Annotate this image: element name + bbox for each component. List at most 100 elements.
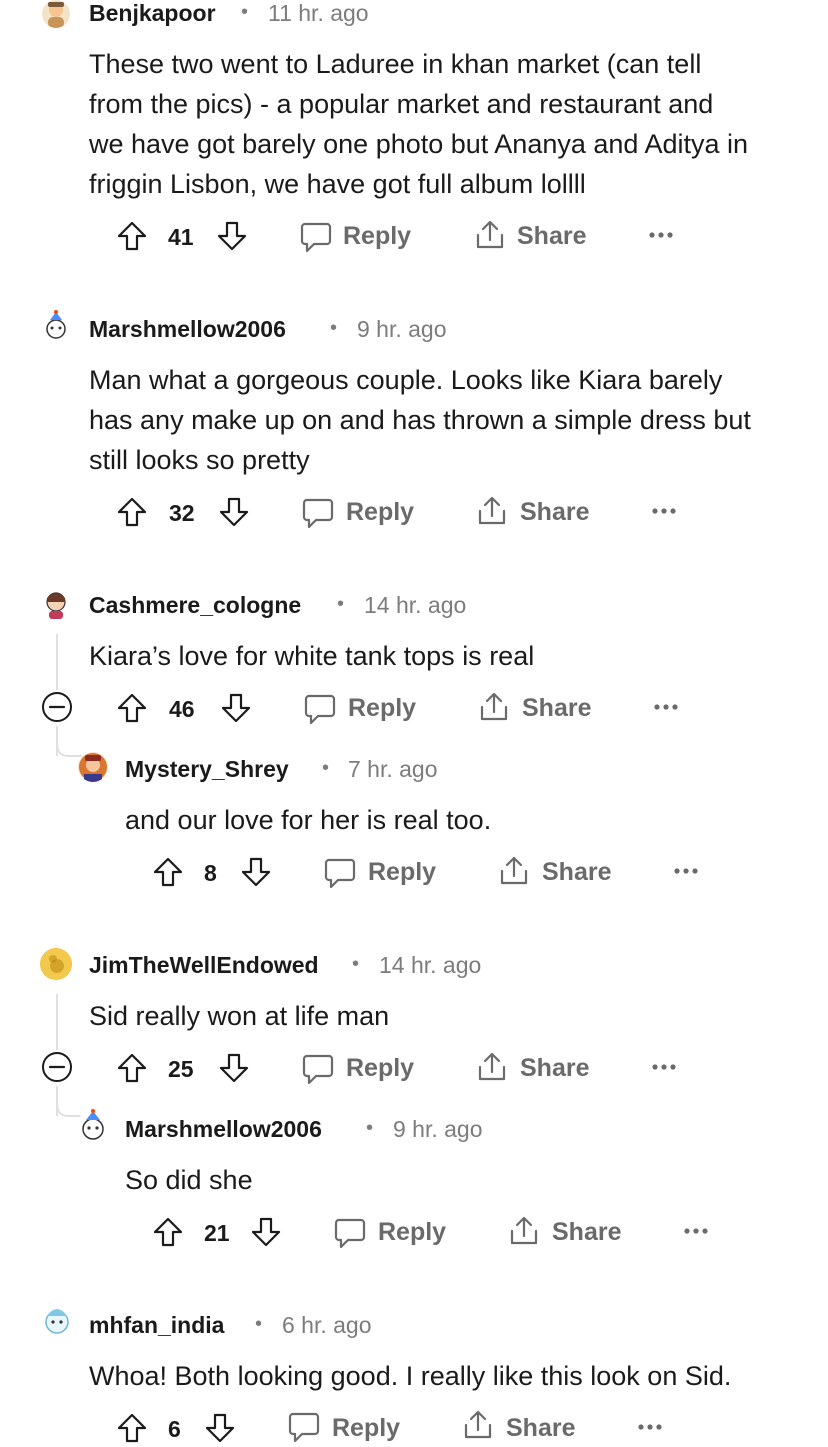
comment-username[interactable]: Cashmere_cologne — [89, 592, 301, 619]
share-icon[interactable] — [497, 854, 531, 888]
reply-icon[interactable] — [287, 1410, 321, 1444]
reply-icon[interactable] — [303, 692, 337, 726]
more-options-icon[interactable] — [653, 700, 679, 714]
reply-connector — [56, 1104, 82, 1118]
comment-username[interactable]: mhfan_india — [89, 1312, 224, 1339]
downvote-icon[interactable] — [220, 692, 252, 724]
avatar[interactable] — [42, 0, 70, 28]
downvote-icon[interactable] — [204, 1412, 236, 1444]
more-options-icon[interactable] — [651, 1060, 677, 1074]
vote-count: 8 — [204, 860, 217, 886]
separator-dot: • — [337, 593, 345, 615]
comment-timestamp: 14 hr. ago — [364, 592, 467, 618]
share-icon[interactable] — [477, 690, 511, 724]
comment-line: Kiara’s love for white tank tops is real — [89, 641, 535, 671]
vote-count: 21 — [204, 1220, 230, 1246]
more-options-icon[interactable] — [651, 504, 677, 518]
upvote-icon[interactable] — [116, 1052, 148, 1084]
reply-button[interactable]: Reply — [348, 694, 416, 723]
separator-dot: • — [255, 1313, 263, 1335]
comment-timestamp: 9 hr. ago — [357, 316, 447, 342]
thread-line[interactable] — [56, 994, 58, 1050]
comment-username[interactable]: Marshmellow2006 — [89, 316, 286, 343]
more-options-icon[interactable] — [683, 1224, 709, 1238]
comment-line: we have got barely one photo but Ananya … — [89, 129, 748, 159]
collapse-thread-icon[interactable] — [40, 690, 74, 724]
more-options-icon[interactable] — [637, 1420, 663, 1434]
avatar[interactable] — [42, 310, 70, 342]
share-button[interactable]: Share — [522, 694, 591, 723]
avatar[interactable] — [42, 588, 70, 620]
downvote-icon[interactable] — [250, 1216, 282, 1248]
comment-line: Whoa! Both looking good. I really like t… — [89, 1361, 732, 1391]
share-icon[interactable] — [507, 1214, 541, 1248]
comment-line: still looks so pretty — [89, 445, 310, 475]
upvote-icon[interactable] — [152, 1216, 184, 1248]
share-button[interactable]: Share — [506, 1414, 575, 1443]
share-icon[interactable] — [475, 494, 509, 528]
share-button[interactable]: Share — [517, 222, 586, 251]
upvote-icon[interactable] — [152, 856, 184, 888]
reply-icon[interactable] — [299, 220, 333, 254]
separator-dot: • — [330, 317, 338, 339]
comment-line: friggin Lisbon, we have got full album l… — [89, 169, 586, 199]
avatar[interactable] — [78, 752, 108, 782]
reply-button[interactable]: Reply — [346, 498, 414, 527]
collapse-thread-icon[interactable] — [40, 1050, 74, 1084]
vote-count: 25 — [168, 1056, 194, 1082]
separator-dot: • — [366, 1117, 374, 1139]
share-icon[interactable] — [473, 218, 507, 252]
share-button[interactable]: Share — [542, 858, 611, 887]
upvote-icon[interactable] — [116, 496, 148, 528]
downvote-icon[interactable] — [218, 496, 250, 528]
comment-username[interactable]: JimTheWellEndowed — [89, 952, 319, 979]
comment-line: has any make up on and has thrown a simp… — [89, 405, 751, 435]
comment-timestamp: 9 hr. ago — [393, 1116, 483, 1142]
reply-button[interactable]: Reply — [343, 222, 411, 251]
comment-line: So did she — [125, 1165, 253, 1195]
reply-icon[interactable] — [301, 496, 335, 530]
upvote-icon[interactable] — [116, 1412, 148, 1444]
share-icon[interactable] — [461, 1408, 495, 1442]
comment-body: So did she — [125, 1160, 805, 1200]
reply-button[interactable]: Reply — [332, 1414, 400, 1443]
vote-count: 41 — [168, 224, 194, 250]
comment-timestamp: 14 hr. ago — [379, 952, 482, 978]
comment-line: Man what a gorgeous couple. Looks like K… — [89, 365, 723, 395]
comment-line: Sid really won at life man — [89, 1001, 390, 1031]
avatar[interactable] — [42, 1304, 72, 1338]
reply-icon[interactable] — [333, 1216, 367, 1250]
comment-line: and our love for her is real too. — [125, 805, 492, 835]
reply-button[interactable]: Reply — [368, 858, 436, 887]
reply-icon[interactable] — [323, 856, 357, 890]
avatar[interactable] — [78, 1108, 108, 1142]
vote-count: 46 — [169, 696, 195, 722]
comment-username[interactable]: Benjkapoor — [89, 0, 216, 27]
reply-icon[interactable] — [301, 1052, 335, 1086]
upvote-icon[interactable] — [116, 220, 148, 252]
share-button[interactable]: Share — [552, 1218, 621, 1247]
separator-dot: • — [241, 1, 249, 23]
comment-line: from the pics) - a popular market and re… — [89, 89, 714, 119]
comment-username[interactable]: Mystery_Shrey — [125, 756, 289, 783]
downvote-icon[interactable] — [216, 220, 248, 252]
more-options-icon[interactable] — [648, 228, 674, 242]
share-button[interactable]: Share — [520, 498, 589, 527]
thread-line[interactable] — [56, 634, 58, 690]
comment-line: These two went to Laduree in khan market… — [89, 49, 702, 79]
avatar[interactable] — [40, 948, 72, 980]
comment-timestamp: 7 hr. ago — [348, 756, 438, 782]
downvote-icon[interactable] — [240, 856, 272, 888]
more-options-icon[interactable] — [673, 864, 699, 878]
reply-button[interactable]: Reply — [378, 1218, 446, 1247]
downvote-icon[interactable] — [218, 1052, 250, 1084]
reply-button[interactable]: Reply — [346, 1054, 414, 1083]
vote-count: 32 — [169, 500, 195, 526]
comment-username[interactable]: Marshmellow2006 — [125, 1116, 322, 1143]
separator-dot: • — [322, 757, 330, 779]
comment-body: Kiara’s love for white tank tops is real — [89, 636, 809, 676]
share-button[interactable]: Share — [520, 1054, 589, 1083]
upvote-icon[interactable] — [116, 692, 148, 724]
reply-connector — [56, 744, 82, 758]
share-icon[interactable] — [475, 1050, 509, 1084]
